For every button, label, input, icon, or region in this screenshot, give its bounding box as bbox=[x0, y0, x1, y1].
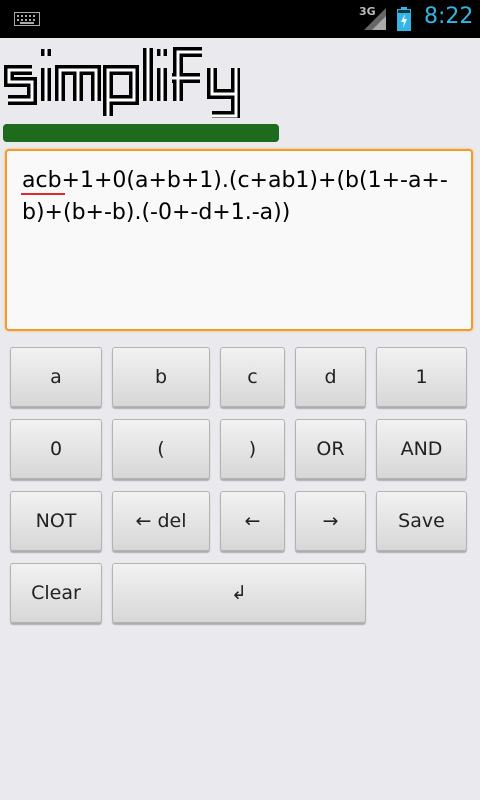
key-close-paren[interactable]: ) bbox=[220, 419, 285, 479]
progress-bar bbox=[3, 124, 279, 142]
expression-input[interactable]: acb+1+0(a+b+1).(c+ab1)+(b(1+-a+-b)+(b+-b… bbox=[5, 149, 473, 331]
keyboard-icon bbox=[14, 12, 40, 26]
key-b[interactable]: b bbox=[112, 347, 210, 407]
spellcheck-underline bbox=[21, 193, 65, 195]
signal-icon bbox=[364, 8, 386, 30]
expression-rest: +1+0(a+b+1).(c+ab1)+(b(1+-a+-b)+(b+-b).(… bbox=[22, 168, 448, 225]
key-1[interactable]: 1 bbox=[376, 347, 467, 407]
app-logo: simplify bbox=[4, 47, 240, 118]
key-c[interactable]: c bbox=[220, 347, 285, 407]
progress-fill bbox=[3, 124, 279, 142]
key-not[interactable]: NOT bbox=[10, 491, 102, 551]
key-cursor-right[interactable]: → bbox=[295, 491, 366, 551]
key-or[interactable]: OR bbox=[295, 419, 366, 479]
key-enter[interactable]: ↲ bbox=[112, 563, 366, 623]
expression-text[interactable]: acb+1+0(a+b+1).(c+ab1)+(b(1+-a+-b)+(b+-b… bbox=[22, 165, 458, 229]
key-and[interactable]: AND bbox=[376, 419, 467, 479]
key-delete[interactable]: ← del bbox=[112, 491, 210, 551]
key-open-paren[interactable]: ( bbox=[112, 419, 210, 479]
status-bar: 3G 8:22 bbox=[0, 0, 480, 38]
key-0[interactable]: 0 bbox=[10, 419, 102, 479]
key-save[interactable]: Save bbox=[376, 491, 467, 551]
key-a[interactable]: a bbox=[10, 347, 102, 407]
battery-icon bbox=[397, 7, 411, 31]
clock: 8:22 bbox=[424, 4, 474, 29]
misspelled-word: acb bbox=[22, 168, 62, 193]
key-clear[interactable]: Clear bbox=[10, 563, 102, 623]
key-cursor-left[interactable]: ← bbox=[220, 491, 285, 551]
key-d[interactable]: d bbox=[295, 347, 366, 407]
